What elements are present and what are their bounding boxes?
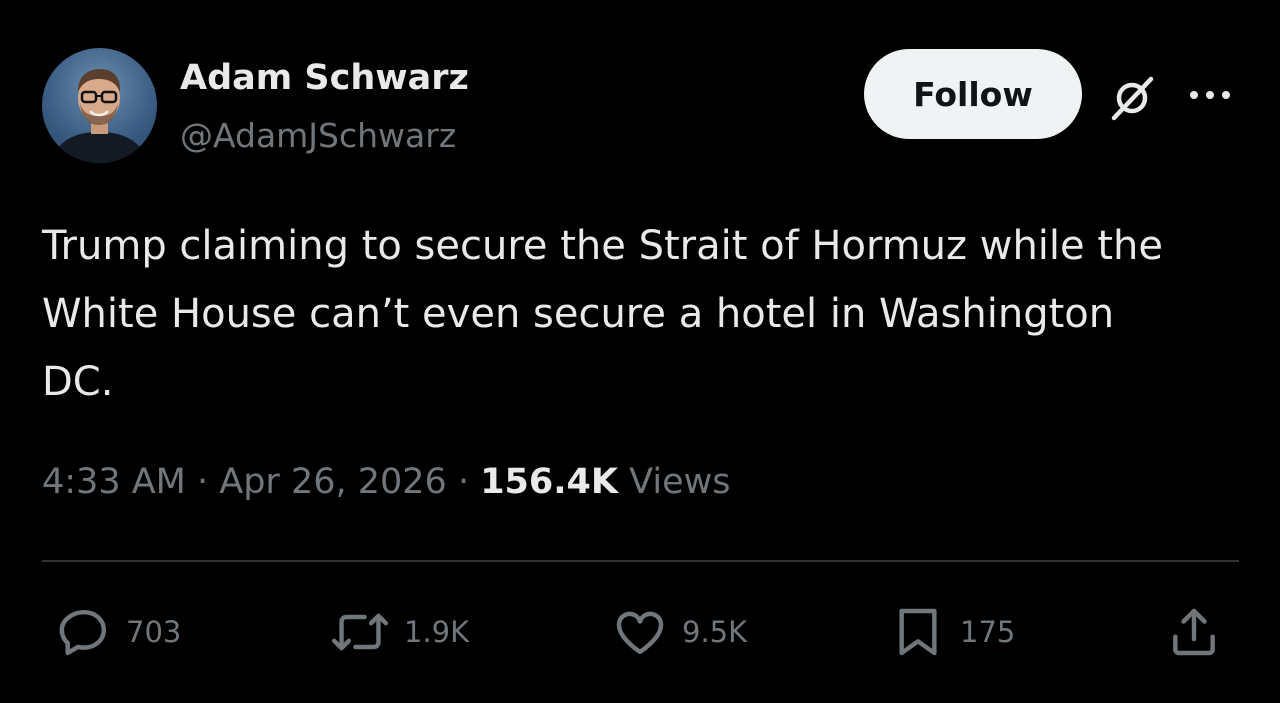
meta-separator: · (446, 462, 481, 502)
author-name[interactable]: Adam Schwarz (180, 58, 469, 98)
reply-button[interactable]: 703 (56, 600, 181, 664)
grok-icon[interactable] (1104, 70, 1160, 126)
meta-separator: · (185, 462, 220, 502)
bookmark-count: 175 (960, 615, 1016, 649)
bookmark-icon (899, 608, 937, 656)
tweet-meta: 4:33 AM · Apr 26, 2026 · 156.4K Views (42, 462, 730, 502)
author-handle[interactable]: @AdamJSchwarz (180, 116, 456, 155)
tweet-detail: Adam Schwarz @AdamJSchwarz Follow Trump … (0, 0, 1280, 703)
avatar-portrait (52, 69, 147, 163)
tweet-date[interactable]: Apr 26, 2026 (219, 462, 447, 502)
more-icon[interactable] (1186, 80, 1234, 110)
views-count[interactable]: 156.4K (480, 462, 618, 502)
heart-icon (616, 611, 664, 655)
bookmark-button[interactable]: 175 (890, 600, 1015, 664)
reply-count: 703 (126, 615, 182, 649)
share-icon (1173, 608, 1215, 656)
follow-button[interactable]: Follow (864, 49, 1082, 139)
views-label: Views (618, 462, 731, 502)
share-button[interactable] (1166, 600, 1222, 664)
tweet-time[interactable]: 4:33 AM (42, 462, 186, 502)
like-count: 9.5K (682, 615, 748, 649)
repost-button[interactable]: 1.9K (330, 600, 469, 664)
like-button[interactable]: 9.5K (612, 600, 747, 664)
tweet-text: Trump claiming to secure the Strait of H… (42, 223, 1163, 405)
repost-count: 1.9K (404, 615, 470, 649)
avatar[interactable] (42, 48, 157, 163)
reply-icon (59, 609, 107, 656)
repost-icon (331, 613, 389, 651)
divider (42, 560, 1239, 562)
